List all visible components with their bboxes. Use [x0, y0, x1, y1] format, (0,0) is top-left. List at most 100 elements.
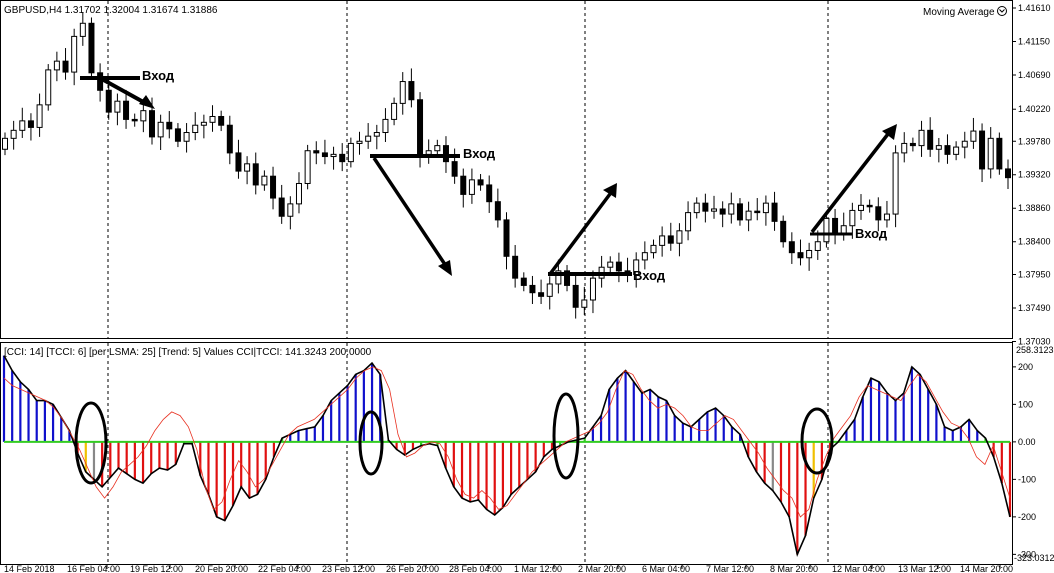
bull-candle	[953, 146, 960, 155]
time-tick-label: 2 Mar 20:00	[578, 564, 626, 573]
price-tick-label: 1.40220	[1018, 104, 1051, 114]
indicator-tick-label: -200	[1018, 512, 1036, 522]
bear-candle	[252, 163, 259, 186]
bear-candle	[494, 201, 501, 221]
bull-candle	[849, 209, 856, 227]
bull-candle	[330, 153, 337, 158]
bear-candle	[166, 121, 173, 130]
bull-candle	[607, 261, 614, 268]
bull-candle	[356, 140, 363, 144]
entry-label-4: Вход	[855, 226, 888, 241]
price-tick-label: 1.38860	[1018, 203, 1051, 213]
bull-candle	[373, 132, 380, 137]
bull-candle	[814, 241, 821, 251]
bull-candle	[918, 129, 925, 147]
bull-candle	[987, 137, 994, 170]
bull-candle	[546, 283, 553, 297]
bear-candle	[1005, 168, 1011, 179]
bull-candle	[295, 182, 302, 205]
bear-candle	[417, 99, 424, 155]
bull-candle	[823, 217, 830, 243]
time-tick-label: 20 Feb 20:00	[195, 564, 248, 573]
bull-candle	[10, 129, 17, 139]
bull-candle	[935, 145, 942, 150]
bear-candle	[226, 124, 233, 154]
price-tick-label: 1.37950	[1018, 270, 1051, 280]
bear-candle	[866, 204, 873, 208]
time-tick-label: 14 Mar 20:00	[960, 564, 1013, 573]
bear-candle	[270, 175, 277, 199]
bull-candle	[901, 142, 908, 154]
bear-candle	[27, 120, 34, 128]
bear-candle	[174, 128, 181, 142]
time-tick-label: 16 Feb 04:00	[67, 564, 120, 573]
trading-chart[interactable]: 1.41610 1.41150 1.40690 1.40220 1.39780 1.393…	[0, 0, 1054, 573]
bull-candle	[36, 104, 43, 128]
entry-label-1: Вход	[142, 68, 175, 83]
indicator-tick-label: -100	[1018, 474, 1036, 484]
bear-candle	[339, 153, 346, 163]
bull-candle	[261, 175, 268, 186]
bull-candle	[157, 121, 164, 138]
bear-candle	[148, 110, 155, 138]
bull-candle	[114, 100, 121, 113]
bear-candle	[754, 210, 761, 214]
bear-candle	[460, 175, 467, 195]
time-tick-label: 13 Mar 12:00	[898, 564, 951, 573]
bear-candle	[875, 206, 882, 221]
bull-candle	[685, 212, 692, 232]
price-tick-label: 1.41610	[1018, 3, 1051, 13]
bull-candle	[347, 142, 354, 163]
bull-candle	[399, 81, 406, 104]
bull-candle	[961, 140, 968, 148]
bull-candle	[2, 137, 8, 150]
bull-candle	[676, 230, 683, 244]
bear-candle	[832, 217, 839, 234]
bull-candle	[53, 60, 60, 71]
bull-candle	[287, 203, 294, 217]
bull-candle	[581, 299, 588, 308]
price-tick-label: 1.41150	[1018, 36, 1050, 46]
sub-chart-header: [CCI: 14] [TCCI: 6] [per LSMA: 25] [Tren…	[4, 347, 372, 358]
bear-candle	[503, 219, 510, 257]
bull-candle	[468, 179, 475, 195]
bull-candle	[970, 130, 977, 142]
bull-candle	[192, 124, 199, 134]
bear-candle	[512, 255, 519, 279]
time-tick-label: 28 Feb 04:00	[449, 564, 502, 573]
bull-candle	[858, 204, 865, 211]
bull-candle	[209, 115, 216, 123]
time-tick-label: 23 Feb 12:00	[322, 564, 375, 573]
bear-candle	[235, 152, 242, 172]
bull-candle	[382, 118, 389, 134]
bull-candle	[641, 252, 648, 261]
time-tick-label: 26 Feb 20:00	[386, 564, 439, 573]
price-tick-label: 1.39780	[1018, 136, 1051, 146]
bull-candle	[883, 213, 890, 221]
bear-candle	[218, 115, 225, 126]
price-tick-label: 1.37490	[1018, 303, 1051, 313]
time-tick-label: 6 Mar 04:00	[642, 564, 690, 573]
moving-average-label: Moving Average	[923, 7, 995, 18]
time-axis: 14 Feb 2018 16 Feb 04:00 19 Feb 12:00 20 Fe…	[4, 564, 1013, 573]
bear-candle	[615, 261, 622, 272]
bull-candle	[434, 145, 441, 152]
bull-candle	[200, 121, 207, 126]
bear-candle	[486, 184, 493, 203]
bear-candle	[702, 202, 709, 212]
sub-top-value: 258.3123	[1016, 345, 1054, 355]
bear-candle	[909, 142, 916, 147]
bear-candle	[667, 235, 674, 244]
main-price-axis: 1.41610 1.41150 1.40690 1.40220 1.39780 1.393…	[1012, 3, 1051, 346]
bear-candle	[321, 152, 328, 158]
bear-candle	[442, 145, 449, 163]
bull-candle	[762, 202, 769, 214]
bear-candle	[105, 89, 112, 113]
main-chart-header: GBPUSD,H4 1.31702 1.32004 1.31674 1.3188…	[4, 5, 218, 16]
bear-candle	[780, 220, 787, 243]
time-tick-label: 14 Feb 2018	[4, 564, 55, 573]
bear-candle	[520, 277, 527, 286]
bull-candle	[391, 102, 398, 120]
bull-candle	[19, 120, 26, 131]
price-tick-label: 1.39320	[1018, 170, 1051, 180]
